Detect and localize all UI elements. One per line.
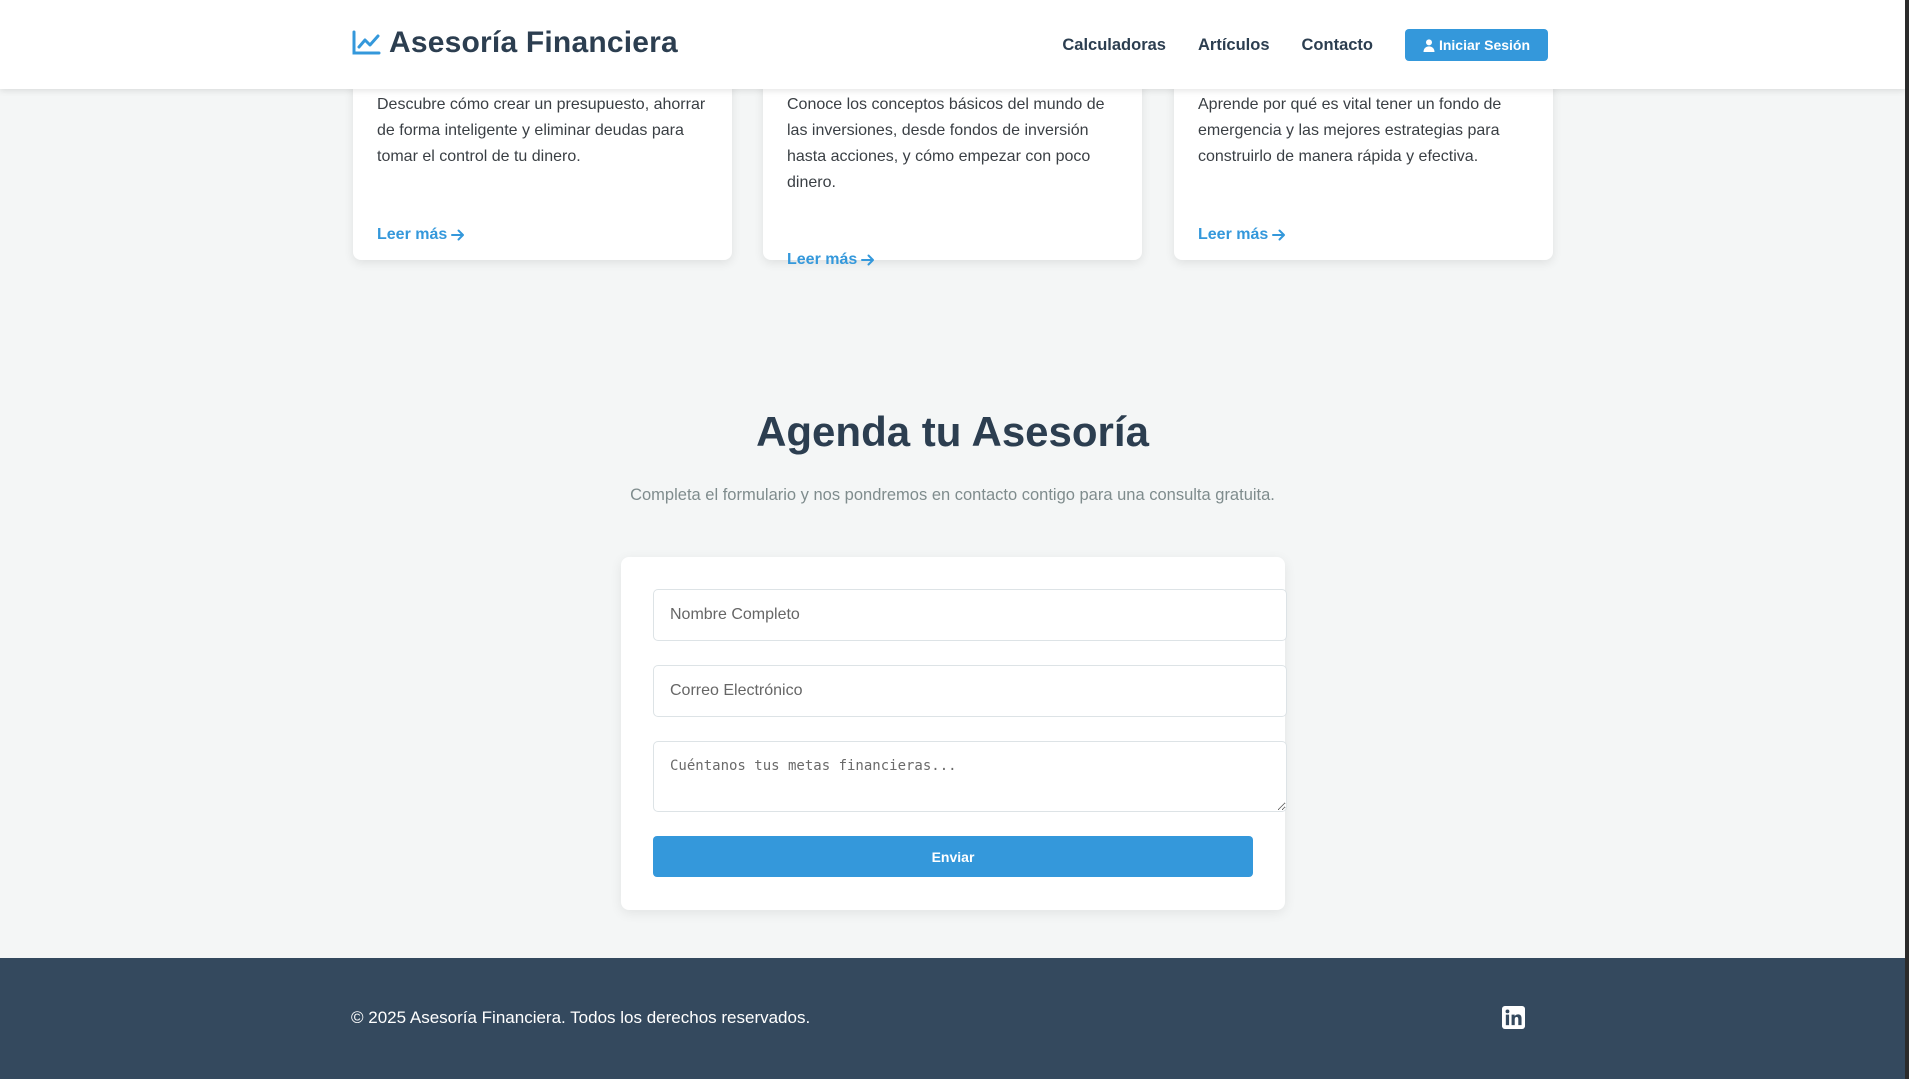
name-input[interactable] [653, 589, 1287, 641]
email-input[interactable] [653, 665, 1287, 717]
window-edge [1905, 0, 1909, 1079]
contact-subtitle: Completa el formulario y nos pondremos e… [630, 486, 1275, 504]
read-more-link[interactable]: Leer más [1198, 226, 1286, 244]
arrow-right-icon [1272, 229, 1286, 241]
main-nav: Calculadoras Artículos Contacto Iniciar … [1062, 29, 1548, 61]
site-footer: © 2025 Asesoría Financiera. Todos los de… [0, 958, 1905, 1079]
chart-line-icon [352, 30, 381, 55]
contact-form: Enviar [621, 557, 1287, 910]
submit-button[interactable]: Enviar [653, 836, 1253, 877]
read-more-label: Leer más [787, 251, 858, 268]
login-label: Iniciar Sesión [1438, 37, 1531, 53]
nav-articulos[interactable]: Artículos [1198, 36, 1270, 55]
arrow-right-icon [451, 229, 465, 241]
brand-logo[interactable]: Asesoría Financiera [351, 26, 678, 60]
arrow-right-icon [861, 254, 875, 266]
read-more-link[interactable]: Leer más [377, 226, 465, 244]
read-more-link[interactable]: Leer más [787, 251, 875, 269]
contact-title: Agenda tu Asesoría [756, 408, 1149, 455]
user-icon [1423, 38, 1435, 52]
message-textarea[interactable] [653, 741, 1287, 812]
site-header: Asesoría Financiera Calculadoras Artícul… [0, 0, 1905, 89]
article-excerpt: Conoce los conceptos básicos del mundo d… [787, 96, 1105, 191]
copyright-text: © 2025 Asesoría Financiera. Todos los de… [351, 1008, 811, 1027]
login-button[interactable]: Iniciar Sesión [1405, 29, 1548, 61]
article-excerpt: Aprende por qué es vital tener un fondo … [1198, 96, 1502, 165]
nav-contacto[interactable]: Contacto [1302, 36, 1374, 55]
read-more-label: Leer más [1198, 226, 1269, 243]
read-more-label: Leer más [377, 226, 448, 243]
linkedin-icon[interactable] [1502, 1006, 1525, 1029]
nav-calculadoras[interactable]: Calculadoras [1062, 36, 1166, 55]
article-excerpt: Descubre cómo crear un presupuesto, ahor… [377, 96, 706, 165]
brand-name: Asesoría Financiera [389, 26, 678, 59]
